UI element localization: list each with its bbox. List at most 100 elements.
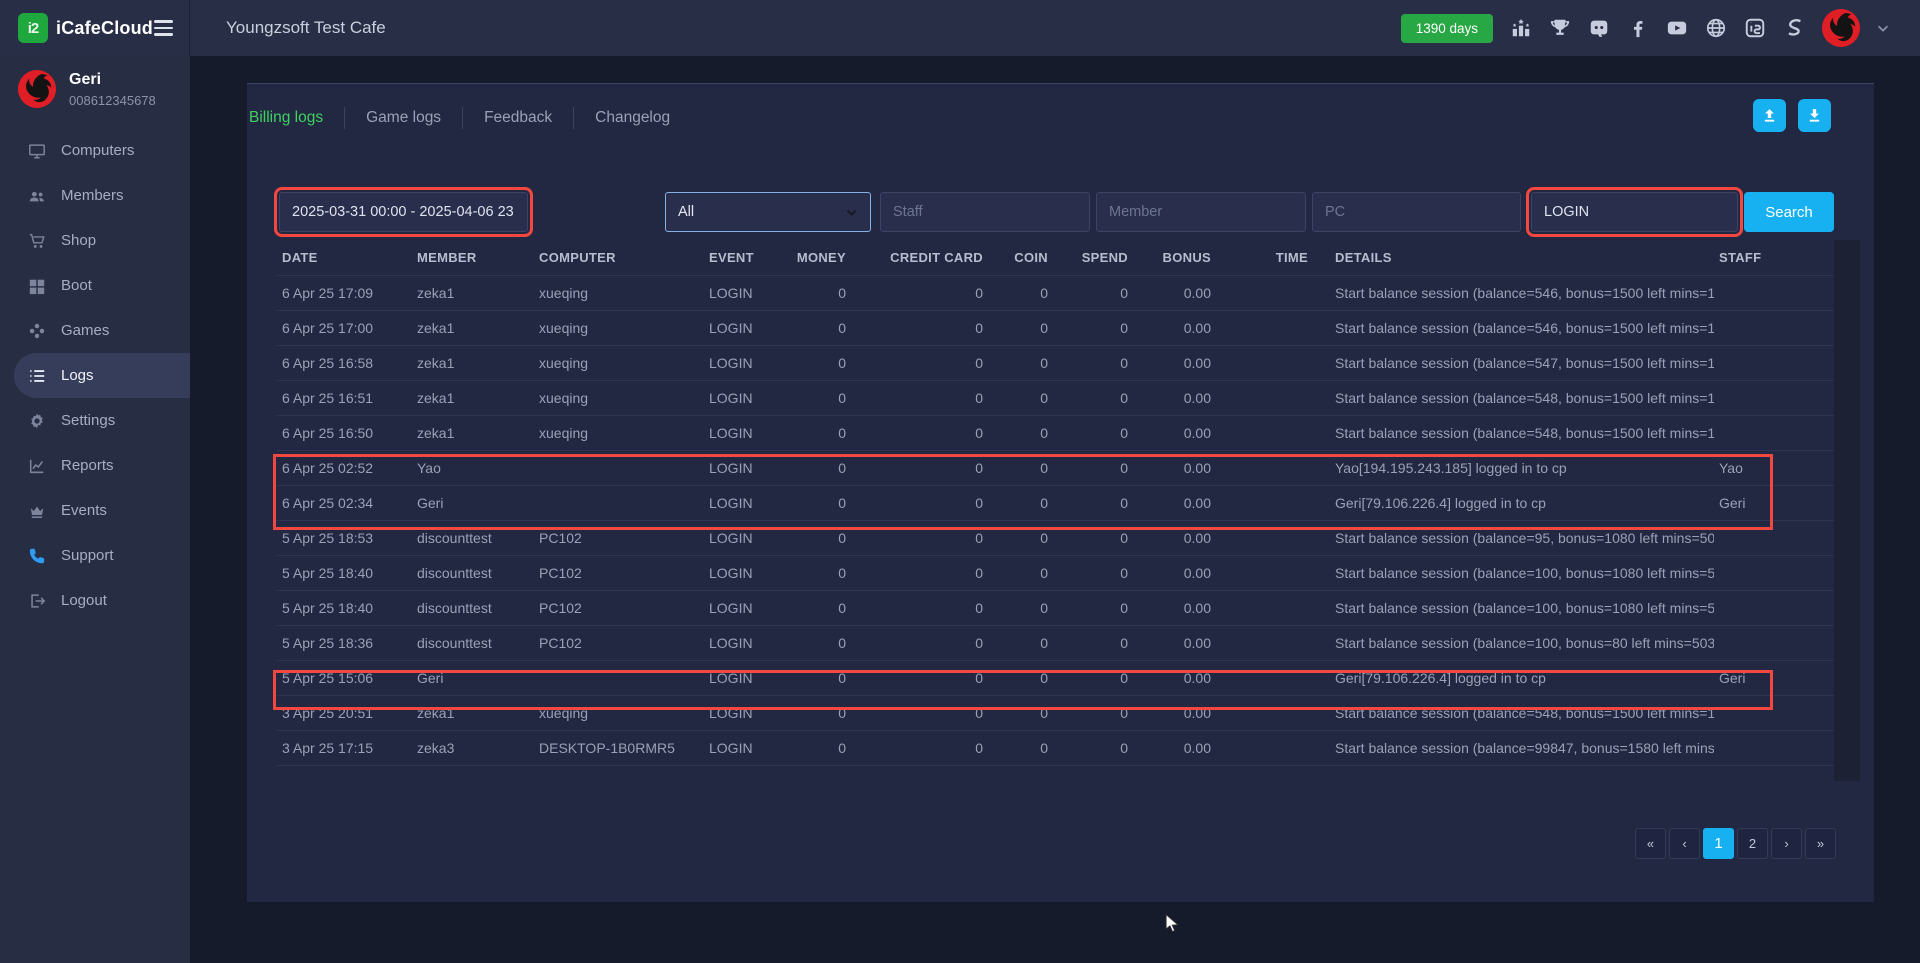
discord-icon[interactable]	[1587, 16, 1611, 40]
sidebar-item-computers[interactable]: Computers	[0, 128, 190, 173]
sidebar-item-boot[interactable]: Boot	[0, 263, 190, 308]
cell-time	[1216, 590, 1313, 625]
page-button[interactable]: ‹	[1669, 828, 1700, 859]
pc-input[interactable]	[1312, 192, 1521, 232]
search-button[interactable]: Search	[1744, 192, 1834, 232]
cell-money: 0	[784, 730, 851, 765]
cell-bonus: 0.00	[1133, 660, 1216, 695]
column-header-time: TIME	[1216, 240, 1313, 275]
topbar-right: 1390 days	[1401, 9, 1920, 47]
globe-icon[interactable]	[1704, 16, 1728, 40]
cell-spend: 0	[1053, 590, 1133, 625]
cell-credit-card: 0	[851, 590, 988, 625]
table-row: 6 Apr 25 17:00zeka1xueqingLOGIN00000.00S…	[277, 310, 1834, 345]
ranking-icon[interactable]	[1509, 16, 1533, 40]
cell-details: Start balance session (balance=548, bonu…	[1313, 380, 1714, 415]
column-header-computer: COMPUTER	[534, 240, 704, 275]
cell-details: Start balance session (balance=100, bonu…	[1313, 555, 1714, 590]
table-row: 6 Apr 25 16:50zeka1xueqingLOGIN00000.00S…	[277, 415, 1834, 450]
cell-spend: 0	[1053, 660, 1133, 695]
youngzsoft-icon[interactable]	[1782, 16, 1806, 40]
page-button[interactable]: «	[1635, 828, 1666, 859]
cell-details: Start balance session (balance=546, bonu…	[1313, 275, 1714, 310]
shop-icon	[27, 231, 46, 250]
cell-money: 0	[784, 660, 851, 695]
menu-toggle-icon[interactable]	[154, 20, 173, 36]
cell-credit-card: 0	[851, 555, 988, 590]
cell-coin: 0	[988, 625, 1053, 660]
cell-event: LOGIN	[704, 520, 784, 555]
select-chevron-icon	[845, 206, 858, 219]
cell-spend: 0	[1053, 730, 1133, 765]
members-icon	[27, 186, 46, 205]
page-button[interactable]: 2	[1737, 828, 1768, 859]
table-scrollbar[interactable]	[1834, 240, 1860, 781]
sidebar-item-logout[interactable]: Logout	[0, 578, 190, 623]
tab-changelog[interactable]: Changelog	[574, 109, 691, 127]
sidebar-item-events[interactable]: Events	[0, 488, 190, 533]
tab-game-logs[interactable]: Game logs	[345, 109, 462, 127]
cell-event: LOGIN	[704, 660, 784, 695]
sidebar-item-reports[interactable]: Reports	[0, 443, 190, 488]
sidebar-item-label: Support	[61, 547, 114, 564]
cell-member: discounttest	[412, 590, 534, 625]
cell-member: Geri	[412, 485, 534, 520]
table-row: 6 Apr 25 16:51zeka1xueqingLOGIN00000.00S…	[277, 380, 1834, 415]
cell-member: Geri	[412, 660, 534, 695]
cell-credit-card: 0	[851, 625, 988, 660]
page-button[interactable]: »	[1805, 828, 1836, 859]
sidebar-item-label: Members	[61, 187, 124, 204]
youtube-icon[interactable]	[1665, 16, 1689, 40]
sidebar-item-logs[interactable]: Logs	[14, 353, 190, 398]
tab-billing-logs[interactable]: Billing logs	[249, 109, 344, 127]
cell-spend: 0	[1053, 415, 1133, 450]
event-type-select[interactable]: All	[665, 192, 871, 232]
cell-event: LOGIN	[704, 695, 784, 730]
sidebar-item-members[interactable]: Members	[0, 173, 190, 218]
upload-button[interactable]	[1753, 99, 1786, 132]
cell-time	[1216, 485, 1313, 520]
cell-staff	[1714, 415, 1834, 450]
page-button-current[interactable]: 1	[1703, 828, 1734, 859]
keyword-input[interactable]	[1531, 192, 1738, 232]
download-button[interactable]	[1798, 99, 1831, 132]
cell-time	[1216, 555, 1313, 590]
cell-member: zeka1	[412, 415, 534, 450]
cell-coin: 0	[988, 450, 1053, 485]
trophy-icon[interactable]	[1548, 16, 1572, 40]
cell-staff: Geri	[1714, 660, 1834, 695]
cell-time	[1216, 625, 1313, 660]
support-icon	[27, 546, 46, 565]
cell-event: LOGIN	[704, 590, 784, 625]
cell-money: 0	[784, 380, 851, 415]
chevron-down-icon[interactable]	[1876, 21, 1890, 35]
page-button[interactable]: ›	[1771, 828, 1802, 859]
brand-name: iCafeCloud	[56, 18, 153, 39]
facebook-icon[interactable]	[1626, 16, 1650, 40]
cell-date: 5 Apr 25 18:53	[277, 520, 412, 555]
icafecloud-icon[interactable]	[1743, 16, 1767, 40]
cell-bonus: 0.00	[1133, 450, 1216, 485]
sidebar-item-shop[interactable]: Shop	[0, 218, 190, 263]
filter-bar: All Search	[247, 192, 1874, 232]
sidebar-item-settings[interactable]: Settings	[0, 398, 190, 443]
cell-credit-card: 0	[851, 380, 988, 415]
cell-computer	[534, 450, 704, 485]
tab-feedback[interactable]: Feedback	[463, 109, 573, 127]
sidebar-item-games[interactable]: Games	[0, 308, 190, 353]
cell-spend: 0	[1053, 520, 1133, 555]
brand-logo[interactable]: i2 iCafeCloud	[18, 13, 153, 43]
member-input[interactable]	[1096, 192, 1306, 232]
cell-time	[1216, 345, 1313, 380]
computers-icon	[27, 141, 46, 160]
date-range-input[interactable]	[279, 192, 528, 232]
staff-input[interactable]	[880, 192, 1090, 232]
cell-coin: 0	[988, 485, 1053, 520]
cell-date: 5 Apr 25 18:40	[277, 555, 412, 590]
user-avatar[interactable]	[1822, 9, 1860, 47]
table-row: 6 Apr 25 17:09zeka1xueqingLOGIN00000.00S…	[277, 275, 1834, 310]
user-avatar[interactable]	[18, 70, 56, 108]
sidebar-item-label: Logs	[61, 367, 94, 384]
sidebar: Geri 008612345678 ComputersMembersShopBo…	[0, 56, 190, 963]
sidebar-item-support[interactable]: Support	[0, 533, 190, 578]
